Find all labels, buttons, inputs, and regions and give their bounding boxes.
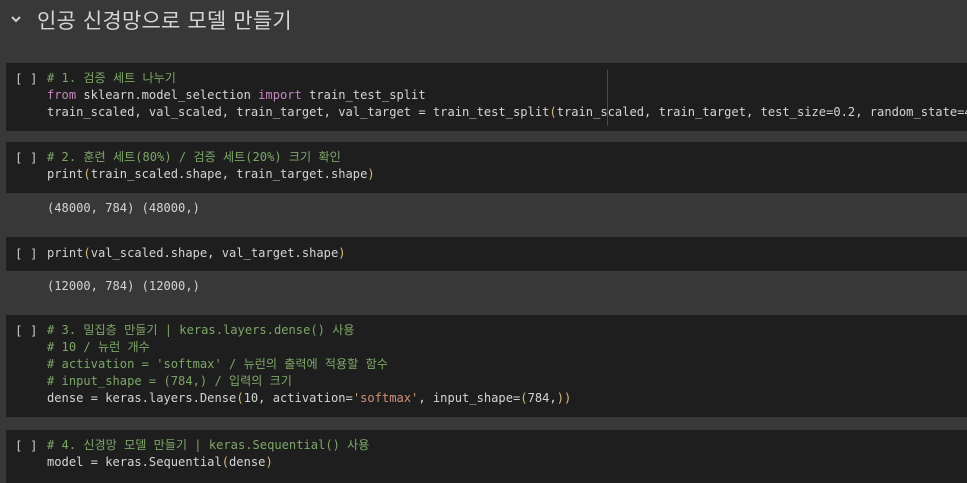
code-line[interactable]: dense = keras.layers.Dense(10, activatio… [47,390,571,407]
code-token: ( [83,246,91,260]
section-header: 인공 신경망으로 모델 만들기 [0,0,967,42]
code-line[interactable]: # input_shape = (784,) / 입력의 크기 [47,373,571,390]
code-token: ) [367,167,375,181]
code-editor[interactable]: # 4. 신경망 모델 만들기 | keras.Sequential() 사용 m… [47,437,369,471]
code-token: val_scaled.shape, val_target.shape [90,246,339,260]
code-token: # 10 / 뉴런 개수 [47,340,150,354]
code-line[interactable]: # 2. 훈련 세트(80%) / 검증 세트(20%) 크기 확인 [47,149,375,166]
code-token: print [47,167,84,181]
code-token: # 4. 신경망 모델 만들기 | keras.Sequential() 사용 [47,438,370,452]
code-token: ) [556,391,564,405]
code-token: ) [265,455,273,469]
code-line[interactable]: # activation = 'softmax' / 뉴런의 출력에 적용할 함… [47,356,571,373]
code-line[interactable]: # 10 / 뉴런 개수 [47,339,571,356]
code-token: 784, [527,391,557,405]
code-token: model = keras.Sequential [47,455,222,469]
code-token: 'softmax' [352,391,419,405]
code-line[interactable]: from sklearn.model_selection import trai… [47,87,967,104]
code-line[interactable]: print(train_scaled.shape, train_target.s… [47,166,375,183]
code-line[interactable]: print(val_scaled.shape, val_target.shape… [47,245,346,262]
code-editor[interactable]: print(val_scaled.shape, val_target.shape… [47,245,346,262]
code-line[interactable]: train_scaled, val_scaled, train_target, … [47,104,967,121]
code-cell-3[interactable]: [ ] print(val_scaled.shape, val_target.s… [6,237,967,271]
code-token: ) [338,246,346,260]
section-title: 인공 신경망으로 모델 만들기 [37,9,292,33]
run-cell-button[interactable]: [ ] [15,437,38,454]
code-token: ( [221,455,230,469]
code-line[interactable]: model = keras.Sequential(dense) [47,454,369,471]
code-editor[interactable]: # 2. 훈련 세트(80%) / 검증 세트(20%) 크기 확인 print(… [47,149,375,183]
code-token: 10, activation= [243,391,353,405]
chevron-down-icon[interactable] [9,12,23,26]
code-editor[interactable]: # 1. 검증 세트 나누기 from sklearn.model_selecti… [47,70,967,121]
code-token: ( [83,167,91,181]
code-token: # 2. 훈련 세트(80%) / 검증 세트(20%) 크기 확인 [47,150,341,164]
code-cell-5[interactable]: [ ] # 4. 신경망 모델 만들기 | keras.Sequential()… [6,430,967,483]
code-editor[interactable]: # 3. 밀집층 만들기 | keras.layers.dense() 사용 # … [47,322,571,407]
code-token: train_scaled.shape, train_target.shape [90,167,368,181]
code-token: print [47,246,84,260]
code-token: sklearn.model_selection [76,88,259,102]
run-cell-button[interactable]: [ ] [15,245,38,262]
run-cell-button[interactable]: [ ] [15,322,38,339]
code-token: dense = keras.layers.Dense [47,391,237,405]
code-token: # activation = 'softmax' / 뉴런의 출력에 적용할 함… [47,357,388,371]
code-token: # input_shape = (784,) / 입력의 크기 [47,374,292,388]
code-token: ( [236,391,244,405]
code-line[interactable]: # 4. 신경망 모델 만들기 | keras.Sequential() 사용 [47,437,369,454]
code-token: # 3. 밀집층 만들기 | keras.layers.dense() 사용 [47,323,355,337]
cell-output: (48000, 784) (48000,) [47,201,200,215]
line-length-ruler [607,70,608,126]
code-token: train_scaled, train_target, test_size=0.… [556,105,967,119]
code-cell-2[interactable]: [ ] # 2. 훈련 세트(80%) / 검증 세트(20%) 크기 확인 pr… [6,142,967,193]
code-token: import [258,88,302,102]
code-cell-1[interactable]: [ ] # 1. 검증 세트 나누기 from sklearn.model_sel… [6,63,967,131]
run-cell-button[interactable]: [ ] [15,149,38,166]
code-token: ) [563,391,572,405]
code-token: dense [229,455,266,469]
code-line[interactable]: # 1. 검증 세트 나누기 [47,70,967,87]
code-token: # 1. 검증 세트 나누기 [47,71,176,85]
run-cell-button[interactable]: [ ] [15,70,38,87]
cell-output: (12000, 784) (12000,) [47,279,200,293]
code-token: , input_shape= [418,391,521,405]
code-token: train_scaled, val_scaled, train_target, … [47,105,550,119]
code-token: ( [549,105,557,119]
code-line[interactable]: # 3. 밀집층 만들기 | keras.layers.dense() 사용 [47,322,571,339]
code-token: train_test_split [301,88,426,102]
code-token: ( [520,391,528,405]
code-token: from [47,88,77,102]
code-cell-4[interactable]: [ ] # 3. 밀집층 만들기 | keras.layers.dense() … [6,315,967,417]
